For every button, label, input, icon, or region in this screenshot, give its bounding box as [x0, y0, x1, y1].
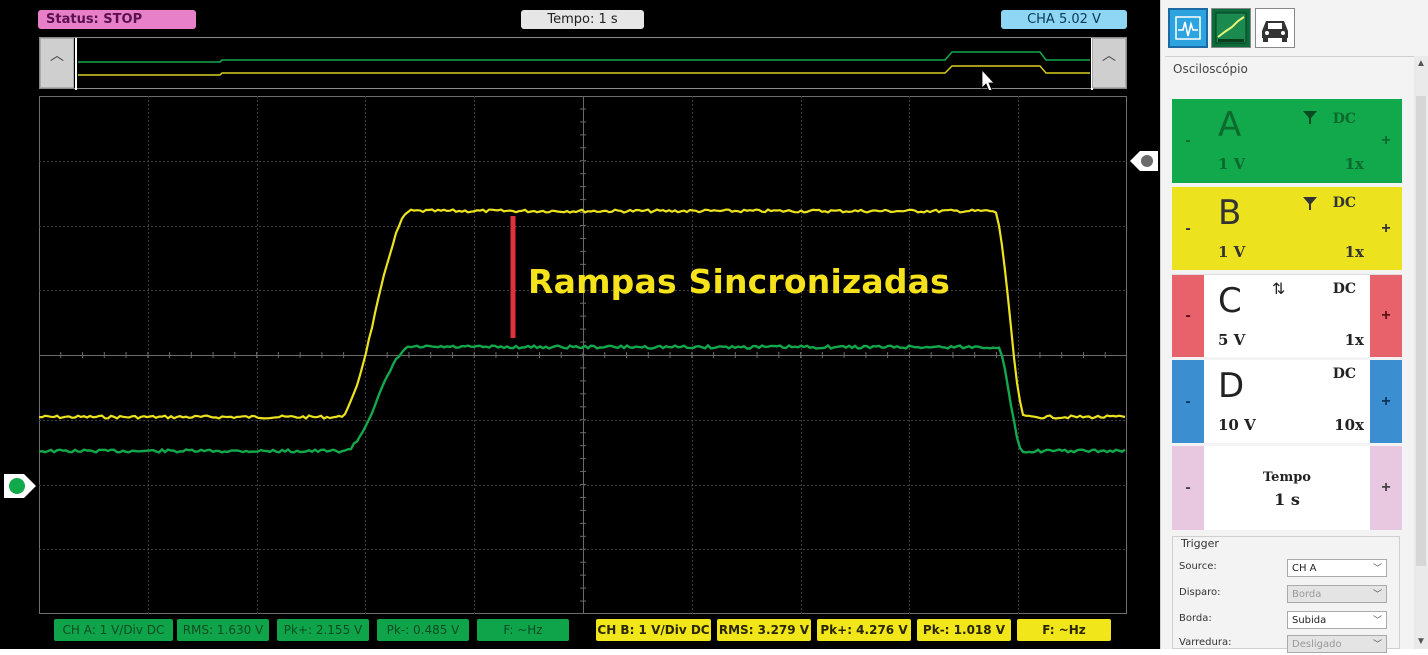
oscilloscope-mode-button[interactable]	[1168, 8, 1208, 48]
meas-chb-scale: CH B: 1 V/Div DC	[596, 619, 711, 641]
annotation-label: Rampas Sincronizadas	[528, 262, 950, 301]
channel-a-minus-button[interactable]: -	[1172, 99, 1204, 183]
channel-d-scale: 10 V	[1218, 416, 1256, 434]
scrollbar-thumb[interactable]	[1416, 96, 1426, 566]
chevron-up-icon[interactable]: ▲	[1414, 58, 1428, 69]
channel-a-card[interactable]: - A DC 1 V 1x +	[1172, 99, 1402, 183]
trigger-sweep-select: Desligado ﹀	[1287, 635, 1387, 653]
meas-cha-rms: RMS: 1.630 V	[177, 619, 269, 641]
plot-grid	[39, 96, 1127, 614]
channel-c-probe[interactable]: 1x	[1345, 331, 1364, 349]
timebase-minus-button[interactable]: -	[1172, 446, 1204, 530]
filter-icon[interactable]	[1302, 195, 1318, 216]
trigger-title: Trigger	[1181, 537, 1219, 550]
channel-b-card[interactable]: - B DC 1 V 1x +	[1172, 187, 1402, 270]
panel-scrollbar[interactable]: ▲ ▼	[1414, 56, 1428, 649]
chevron-down-icon: ﹀	[1372, 640, 1382, 650]
channel-d-probe[interactable]: 10x	[1334, 416, 1364, 434]
channel-b-coupling[interactable]: DC	[1333, 195, 1356, 211]
channel-b-letter: B	[1218, 193, 1242, 233]
cha-reading: CHA 5.02 V	[1001, 10, 1127, 29]
control-panel: Osciloscópio - A DC 1 V 1x + - B DC 1 V …	[1160, 0, 1428, 653]
channel-a-scale: 1 V	[1218, 155, 1246, 173]
timebase-card[interactable]: - Tempo 1 s +	[1172, 446, 1402, 530]
graph-icon	[1215, 12, 1247, 44]
trigger-level-marker[interactable]	[1128, 148, 1160, 174]
chevron-down-icon: ﹀	[1372, 590, 1382, 600]
channel-a-plus-button[interactable]: +	[1370, 99, 1402, 183]
timebase-plus-button[interactable]: +	[1370, 446, 1402, 530]
trigger-mode-row: Disparo: Borda ﹀	[1179, 583, 1393, 605]
tempo-indicator: Tempo: 1 s	[521, 10, 644, 29]
channel-a-coupling[interactable]: DC	[1333, 111, 1356, 127]
trigger-mode-select: Borda ﹀	[1287, 585, 1387, 603]
trigger-mode-label: Disparo:	[1179, 587, 1221, 598]
swap-icon[interactable]: ⇅	[1272, 279, 1285, 299]
trigger-source-row: Source: CH A ﹀	[1179, 557, 1393, 579]
channel-a-letter: A	[1218, 105, 1242, 145]
trigger-sweep-label: Varredura:	[1179, 637, 1232, 648]
overview-trace-b	[78, 65, 1090, 76]
trigger-group: Trigger Source: CH A ﹀ Disparo: Borda ﹀ Bo…	[1172, 536, 1400, 653]
waveform-canvas	[39, 96, 1127, 614]
trigger-edge-select[interactable]: Subida ﹀	[1287, 611, 1387, 629]
timebase-label: Tempo	[1263, 470, 1311, 485]
channel-c-coupling[interactable]: DC	[1333, 281, 1356, 297]
waveform-plot[interactable]	[39, 96, 1127, 614]
status-badge: Status: STOP	[38, 10, 196, 29]
trigger-edge-row: Borda: Subida ﹀	[1179, 609, 1393, 631]
channel-b-scale: 1 V	[1218, 243, 1246, 261]
channel-b-plus-button[interactable]: +	[1370, 187, 1402, 270]
trigger-source-select[interactable]: CH A ﹀	[1287, 559, 1387, 577]
channel-d-plus-button[interactable]: +	[1370, 360, 1402, 443]
trigger-sweep-row: Varredura: Desligado ﹀	[1179, 633, 1393, 655]
channel-b-probe[interactable]: 1x	[1345, 243, 1364, 261]
meas-chb-rms: RMS: 3.279 V	[717, 619, 811, 641]
channel-a-probe[interactable]: 1x	[1345, 155, 1364, 173]
overview-trace-a	[78, 51, 1090, 63]
meas-cha-pkminus: Pk-: 0.485 V	[377, 619, 469, 641]
channel-c-scale: 5 V	[1218, 331, 1246, 349]
chevron-down-icon[interactable]: ▼	[1414, 636, 1428, 647]
meas-cha-scale: CH A: 1 V/Div DC	[54, 619, 173, 641]
meas-cha-pkplus: Pk+: 2.155 V	[277, 619, 369, 641]
car-icon	[1262, 21, 1288, 42]
trigger-edge-label: Borda:	[1179, 613, 1212, 624]
channel-c-minus-button[interactable]: -	[1172, 275, 1204, 357]
timeline-overview[interactable]: ︿ ︿	[39, 37, 1127, 90]
vehicle-mode-button[interactable]	[1255, 8, 1295, 48]
channel-d-letter: D	[1218, 366, 1245, 406]
overview-traces	[75, 38, 1093, 90]
chevron-down-icon: ﹀	[1372, 616, 1382, 626]
channel-b-minus-button[interactable]: -	[1172, 187, 1204, 270]
channel-d-coupling[interactable]: DC	[1333, 366, 1356, 382]
channel-c-card[interactable]: - C ⇅ DC 5 V 1x +	[1172, 274, 1402, 357]
panel-title: Osciloscópio	[1173, 62, 1248, 76]
trace-channel-b	[39, 208, 1126, 420]
meas-chb-pkplus: Pk+: 4.276 V	[817, 619, 911, 641]
scroll-right-button[interactable]: ︿	[1092, 38, 1126, 88]
oscilloscope-icon	[1175, 16, 1201, 40]
channel-c-plus-button[interactable]: +	[1370, 275, 1402, 357]
channel-d-card[interactable]: - D DC 10 V 10x +	[1172, 360, 1402, 443]
oscilloscope-screen: Status: STOP Tempo: 1 s CHA 5.02 V ︿ ︿ R…	[0, 0, 1160, 649]
timebase-value: 1 s	[1274, 490, 1300, 509]
mouse-cursor-icon	[981, 68, 995, 90]
meas-chb-pkminus: Pk-: 1.018 V	[917, 619, 1011, 641]
filter-icon[interactable]	[1302, 109, 1318, 130]
trace-channel-a	[39, 343, 1126, 454]
trigger-source-label: Source:	[1179, 561, 1217, 572]
channel-a-offset-marker[interactable]	[2, 472, 38, 500]
graph-mode-button[interactable]	[1211, 8, 1251, 48]
meas-cha-freq: F: ~Hz	[477, 619, 569, 641]
meas-chb-freq: F: ~Hz	[1017, 619, 1111, 641]
channel-c-letter: C	[1218, 281, 1242, 321]
chevron-up-icon: ︿	[1102, 47, 1116, 63]
channel-d-minus-button[interactable]: -	[1172, 360, 1204, 443]
chevron-down-icon: ﹀	[1372, 564, 1382, 574]
